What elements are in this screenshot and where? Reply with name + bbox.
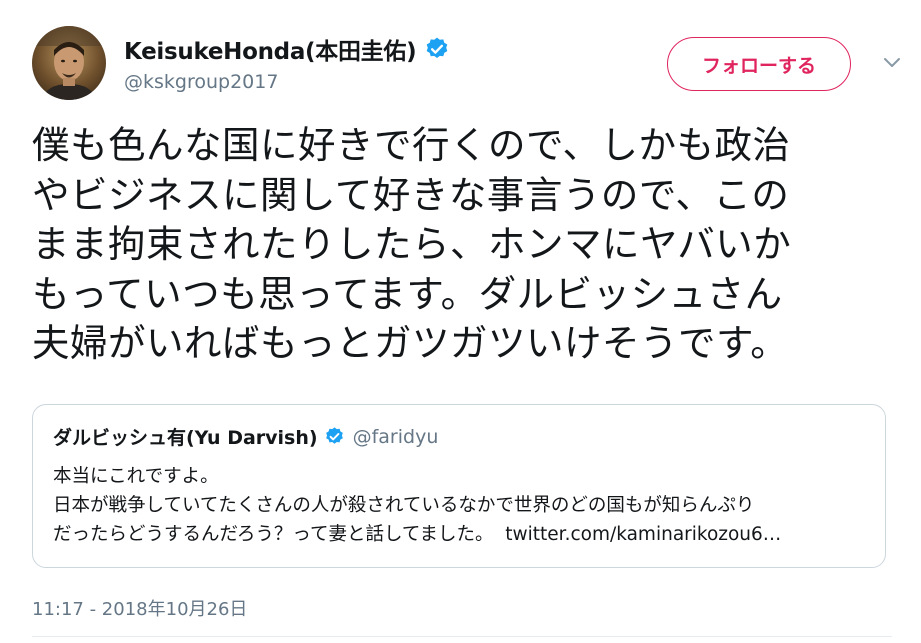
quoted-text-line: 本当にこれですよ。	[53, 466, 219, 487]
quoted-link[interactable]: twitter.com/kaminarikozou6…	[505, 524, 781, 545]
tweet-text: 僕も色んな国に好きで行くので、しかも政治 やビジネスに関して好きな事言うので、こ…	[32, 121, 892, 369]
quoted-text-segment: だったらどうするんだろう？って妻と話してました。	[53, 524, 494, 545]
divider	[32, 636, 892, 637]
quoted-tweet-header: ダルビッシュ有(Yu Darvish) @faridyu	[53, 423, 438, 450]
quoted-author-handle: @faridyu	[352, 425, 439, 448]
tweet-text-line: まま拘束されたりしたら、ホンマにヤバいか	[32, 222, 792, 266]
tweet-text-line: 僕も色んな国に好きで行くので、しかも政治	[32, 123, 791, 167]
timestamp[interactable]: 11:17 - 2018年10月26日	[32, 595, 247, 621]
quoted-text-line: 日本が戦争していてたくさんの人が殺されているなかで世界のどの国もが知らんぷり	[53, 495, 755, 516]
author-handle[interactable]: @kskgroup2017	[124, 71, 278, 93]
quoted-text-line: だったらどうするんだろう？って妻と話してました。 twitter.com/kam…	[53, 520, 873, 549]
tweet-card: KeisukeHonda(本田圭佑) @kskgroup2017 フォローする …	[0, 0, 921, 643]
avatar[interactable]	[32, 26, 106, 100]
quoted-author-name: ダルビッシュ有(Yu Darvish)	[53, 427, 318, 449]
chevron-down-icon[interactable]	[882, 55, 902, 69]
quoted-tweet-text: 本当にこれですよ。 日本が戦争していてたくさんの人が殺されているなかで世界のどの…	[53, 462, 873, 549]
tweet-text-line: やビジネスに関して好きな事言うので、この	[32, 172, 790, 217]
tweet-text-line: 夫婦がいればもっとガツガツいけそうです。	[32, 321, 789, 365]
verified-badge-icon	[324, 426, 345, 447]
author-name[interactable]: KeisukeHonda(本田圭佑)	[124, 32, 417, 66]
verified-badge-icon	[424, 36, 450, 62]
tweet-text-line: もっていつも思ってます。ダルビッシュさん	[32, 271, 783, 316]
quoted-tweet-card[interactable]: ダルビッシュ有(Yu Darvish) @faridyu 本当にこれですよ。 日…	[32, 404, 886, 568]
avatar-image	[32, 26, 106, 100]
author-name-row[interactable]: KeisukeHonda(本田圭佑)	[124, 32, 450, 66]
follow-button[interactable]: フォローする	[667, 37, 851, 91]
